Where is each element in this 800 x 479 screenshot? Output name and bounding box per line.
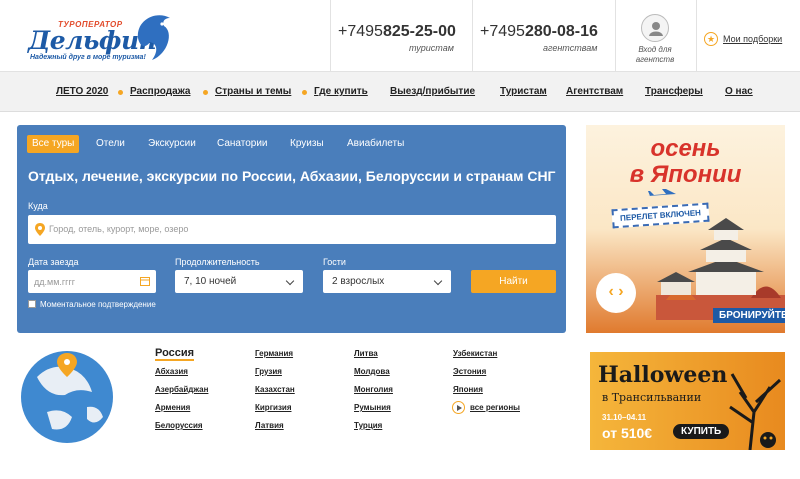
date-label: Дата заезда xyxy=(28,257,79,267)
buy-button[interactable]: КУПИТЬ xyxy=(673,424,730,439)
user-icon[interactable] xyxy=(641,14,669,42)
destination-input[interactable]: Город, отель, курорт, море, озеро xyxy=(28,215,556,244)
instant-confirm-checkbox[interactable] xyxy=(28,300,36,308)
header-divider xyxy=(330,0,331,72)
tab-hotels[interactable]: Отели xyxy=(96,135,125,153)
country-link[interactable]: Литва xyxy=(354,349,378,358)
all-regions-link[interactable]: все регионы xyxy=(470,403,520,412)
halloween-title: Halloween xyxy=(598,362,728,388)
country-link[interactable]: Молдова xyxy=(354,367,390,376)
nav-item-agencies[interactable]: Агентствам xyxy=(566,86,623,97)
tab-sanatoriums[interactable]: Санатории xyxy=(217,135,268,153)
nav-item-departure[interactable]: Выезд/прибытие xyxy=(390,86,475,97)
calendar-icon xyxy=(140,277,150,286)
nav-dot xyxy=(203,90,208,95)
play-icon[interactable] xyxy=(452,401,465,414)
nav-item-where-to-buy[interactable]: Где купить xyxy=(314,86,368,97)
country-link[interactable]: Япония xyxy=(453,385,483,394)
country-link[interactable]: Белоруссия xyxy=(155,421,203,430)
agency-phone[interactable]: +7495280-08-16 xyxy=(480,23,598,41)
nav-item-about[interactable]: О нас xyxy=(725,86,753,97)
japan-autumn-banner[interactable]: осень в Японии ПЕРЕЛЕТ ВКЛЮЧЕН ‹ › БРОНИ… xyxy=(586,125,785,333)
country-link[interactable]: Армения xyxy=(155,403,190,412)
header-divider xyxy=(696,0,697,72)
nav-dot xyxy=(118,90,123,95)
star-icon[interactable]: ★ xyxy=(704,32,718,46)
date-input[interactable]: дд.мм.гггг xyxy=(28,270,156,293)
nav-item-sale[interactable]: Распродажа xyxy=(130,86,190,97)
where-label: Куда xyxy=(28,201,48,211)
tab-cruises[interactable]: Круизы xyxy=(290,135,324,153)
country-link[interactable]: Монголия xyxy=(354,385,393,394)
duration-value: 7, 10 ночей xyxy=(184,276,237,287)
banner-japan-line2: в Японии xyxy=(629,161,742,188)
guests-select[interactable]: 2 взрослых xyxy=(323,270,451,293)
tab-all-tours[interactable]: Все туры xyxy=(27,135,80,153)
instant-confirm-label: Моментальное подтверждение xyxy=(40,300,156,309)
carousel-arrows-icon[interactable]: ‹ › xyxy=(596,273,636,313)
duration-select[interactable]: 7, 10 ночей xyxy=(175,270,303,293)
header-divider xyxy=(615,0,616,72)
guests-value: 2 взрослых xyxy=(332,276,385,287)
halloween-price: от 510€ xyxy=(602,425,653,441)
country-link[interactable]: Румыния xyxy=(354,403,391,412)
globe-icon xyxy=(21,351,113,443)
nav-item-summer[interactable]: ЛЕТО 2020 xyxy=(56,86,108,97)
japanese-castle-image xyxy=(656,218,785,320)
tourist-phone[interactable]: +7495825-25-00 xyxy=(338,23,456,41)
banner-japan-line1: осень xyxy=(650,135,721,162)
country-link[interactable]: Грузия xyxy=(255,367,282,376)
nav-dot xyxy=(302,90,307,95)
country-link[interactable]: Германия xyxy=(255,349,293,358)
nav-item-tourists[interactable]: Туристам xyxy=(500,86,547,97)
site-header: ТУРОПЕРАТОР Дельфин Надежный друг в море… xyxy=(0,0,800,72)
chevron-down-icon xyxy=(433,276,443,286)
book-now-label[interactable]: БРОНИРУЙТЕ xyxy=(713,308,785,323)
country-link[interactable]: Эстония xyxy=(453,367,486,376)
site-logo[interactable]: ТУРОПЕРАТОР Дельфин Надежный друг в море… xyxy=(28,8,178,64)
halloween-banner[interactable]: Halloween в Трансильвании 31.10–04.11 от… xyxy=(590,352,785,450)
country-link[interactable]: Киргизия xyxy=(255,403,292,412)
country-link[interactable]: Турция xyxy=(354,421,382,430)
nav-item-transfers[interactable]: Трансферы xyxy=(645,86,703,97)
main-nav: ЛЕТО 2020 Распродажа Страны и темы Где к… xyxy=(0,72,800,112)
duration-label: Продолжительность xyxy=(175,257,260,267)
find-button[interactable]: Найти xyxy=(471,270,556,293)
chevron-down-icon xyxy=(285,276,295,286)
country-link[interactable]: Узбекистан xyxy=(453,349,497,358)
country-link[interactable]: Абхазия xyxy=(155,367,188,376)
tour-search-panel: Все туры Отели Экскурсии Санатории Круиз… xyxy=(17,125,566,333)
destination-placeholder: Город, отель, курорт, море, озеро xyxy=(49,224,189,234)
search-heading: Отдых, лечение, экскурсии по России, Абх… xyxy=(28,168,556,184)
header-divider xyxy=(472,0,473,72)
nav-item-countries[interactable]: Страны и темы xyxy=(215,86,291,97)
tourist-phone-label: туристам xyxy=(409,43,454,53)
dolphin-icon xyxy=(137,15,170,61)
tab-flights[interactable]: Авиабилеты xyxy=(347,135,404,153)
country-link[interactable]: Казахстан xyxy=(255,385,295,394)
guests-label: Гости xyxy=(323,257,346,267)
country-russia[interactable]: Россия xyxy=(155,347,195,361)
halloween-subtitle: в Трансильвании xyxy=(602,391,702,404)
favorites-link[interactable]: Мои подборки xyxy=(723,34,782,44)
tab-excursions[interactable]: Экскурсии xyxy=(148,135,196,153)
country-link[interactable]: Латвия xyxy=(255,421,284,430)
agent-login-link[interactable]: Вход для агентств xyxy=(627,45,683,65)
country-link[interactable]: Азербайджан xyxy=(155,385,208,394)
date-placeholder: дд.мм.гггг xyxy=(34,277,76,287)
halloween-dates: 31.10–04.11 xyxy=(602,413,647,422)
agency-phone-label: агентствам xyxy=(543,43,598,53)
location-pin-icon xyxy=(35,223,45,236)
